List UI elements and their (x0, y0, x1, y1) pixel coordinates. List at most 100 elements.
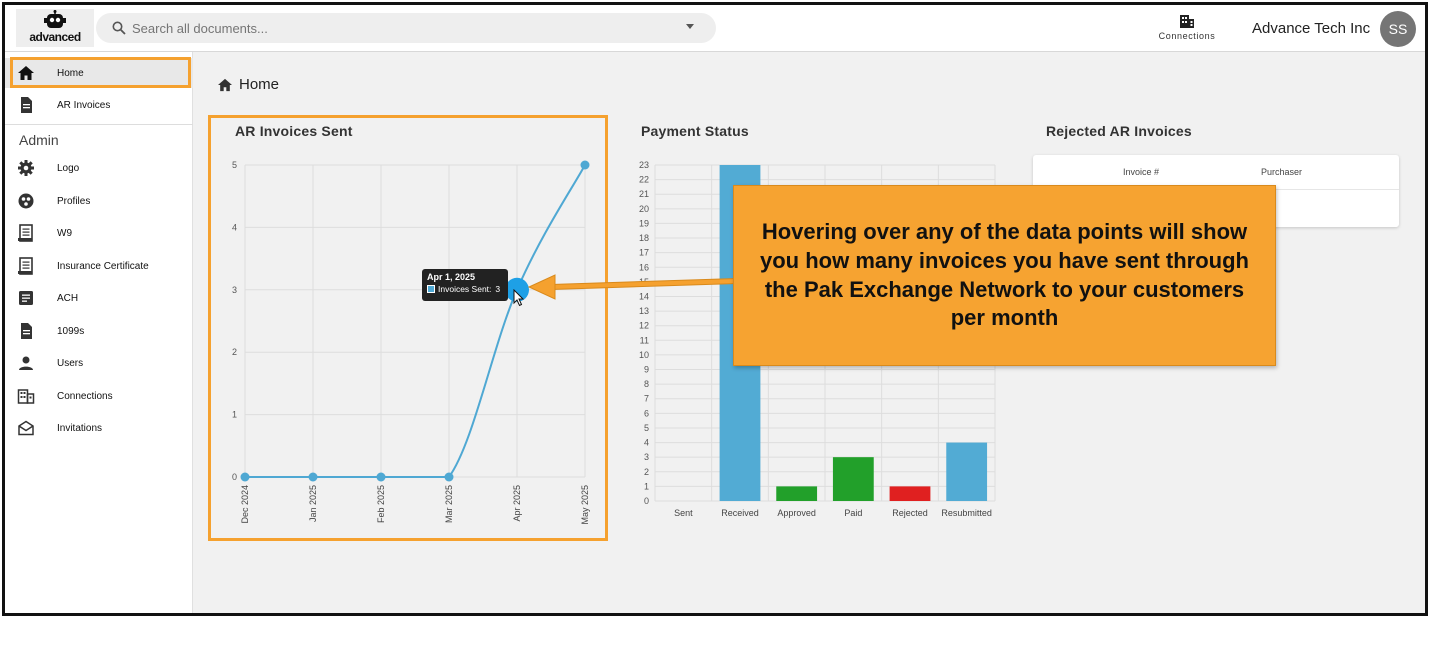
data-point (444, 472, 454, 482)
data-point (240, 472, 250, 482)
bar (776, 486, 818, 501)
building-icon (17, 389, 35, 404)
app-frame: advanced Connections Advance Tech Inc SS (2, 2, 1428, 616)
tooltip-value: 3 (495, 284, 501, 294)
x-tick-label: May 2025 (580, 485, 590, 525)
column-header-purchaser[interactable]: Purchaser (1261, 167, 1302, 177)
y-tick-label: 7 (644, 394, 649, 404)
form-icon (18, 257, 33, 275)
tooltip-date: Apr 1, 2025 (427, 272, 476, 282)
y-tick-label: 20 (639, 204, 649, 214)
sidebar-item-invitations[interactable]: Invitations (5, 413, 193, 443)
bar (946, 442, 988, 501)
y-tick-label: 23 (639, 160, 649, 170)
sidebar-item-logo[interactable]: Logo (5, 153, 193, 183)
x-tick-label: Dec 2024 (240, 485, 250, 524)
sidebar-item-label: Users (57, 357, 84, 369)
y-tick-label: 3 (644, 452, 649, 462)
sidebar-item-connections[interactable]: Connections (5, 381, 193, 411)
sidebar-item-home[interactable]: Home (5, 58, 193, 88)
document-icon (21, 323, 32, 339)
y-tick-label: 18 (639, 233, 649, 243)
breadcrumb: Home (217, 76, 279, 93)
y-tick-label: 9 (644, 365, 649, 375)
sidebar-item-label: ACH (57, 292, 79, 304)
y-tick-label: 21 (639, 189, 649, 199)
x-tick-label: Paid (844, 508, 862, 518)
x-tick-label: Received (721, 508, 759, 518)
connections-button[interactable]: Connections (1155, 13, 1219, 47)
x-tick-label: Approved (777, 508, 816, 518)
sidebar-item-label: Invitations (57, 422, 103, 434)
sidebar-item-1099s[interactable]: 1099s (5, 316, 193, 346)
y-tick-label: 17 (639, 248, 649, 258)
sidebar-item-profiles[interactable]: Profiles (5, 186, 193, 216)
y-tick-label: 5 (232, 160, 237, 170)
search-bar[interactable] (96, 13, 716, 43)
sidebar-item-label: Insurance Certificate (57, 260, 149, 272)
y-tick-label: 2 (644, 467, 649, 477)
chart-tooltip: Apr 1, 2025 Invoices Sent: 3 (422, 269, 508, 301)
connections-label: Connections (1158, 31, 1216, 41)
bar (832, 457, 874, 501)
search-icon (112, 21, 126, 35)
y-tick-label: 22 (639, 175, 649, 185)
logo[interactable]: advanced (16, 9, 94, 47)
company-name: Advance Tech Inc (1252, 20, 1371, 37)
mouse-cursor-icon (513, 289, 525, 307)
form-icon (18, 224, 33, 242)
sidebar-item-insurance-certificate[interactable]: Insurance Certificate (5, 251, 193, 281)
home-icon (218, 78, 232, 91)
avatar[interactable]: SS (1380, 11, 1416, 47)
chevron-down-icon[interactable] (686, 24, 694, 29)
ar-sent-title: AR Invoices Sent (235, 123, 353, 139)
x-tick-label: Rejected (892, 508, 928, 518)
search-input[interactable] (132, 20, 672, 36)
document-icon (21, 97, 32, 113)
x-tick-label: Resubmitted (941, 508, 992, 518)
home-icon (18, 66, 34, 80)
column-header-invoice[interactable]: Invoice # (1123, 167, 1159, 177)
sidebar-item-label: AR Invoices (57, 99, 111, 111)
payment-status-title: Payment Status (641, 123, 749, 139)
y-tick-label: 1 (644, 481, 649, 491)
y-tick-label: 3 (232, 285, 237, 295)
list-doc-icon (19, 291, 33, 305)
y-tick-label: 19 (639, 218, 649, 228)
envelope-icon (18, 420, 34, 436)
y-tick-label: 4 (232, 222, 237, 232)
y-tick-label: 6 (644, 408, 649, 418)
callout-text: Hovering over any of the data points wil… (760, 218, 1249, 331)
data-point (376, 472, 386, 482)
y-tick-label: 13 (639, 306, 649, 316)
sidebar-item-ar-invoices[interactable]: AR Invoices (5, 90, 193, 120)
callout-arrow (527, 274, 738, 300)
sidebar-divider (5, 124, 193, 125)
sidebar-item-label: W9 (57, 227, 72, 239)
page-title: Home (239, 76, 280, 93)
y-tick-label: 4 (644, 438, 649, 448)
sidebar-item-label: Connections (57, 390, 113, 402)
sidebar-item-ach[interactable]: ACH (5, 283, 193, 313)
tooltip-series-row: Invoices Sent: 3 (427, 284, 503, 294)
y-tick-label: 11 (640, 335, 649, 345)
robot-icon (44, 10, 66, 28)
bar (889, 486, 931, 501)
sidebar-item-label: Logo (57, 162, 80, 174)
profiles-icon (18, 193, 34, 209)
x-tick-label: Sent (674, 508, 693, 518)
sidebar-item-users[interactable]: Users (5, 348, 193, 378)
tooltip-swatch (427, 285, 435, 293)
tooltip-series: Invoices Sent: (438, 284, 492, 294)
data-point (580, 160, 590, 170)
logo-text: advanced (29, 30, 81, 44)
y-tick-label: 10 (639, 350, 649, 360)
sidebar: Home AR Invoices Admin Logo Profiles W9 … (5, 52, 193, 613)
x-tick-label: Apr 2025 (512, 485, 522, 522)
x-tick-label: Feb 2025 (376, 485, 386, 523)
gear-icon (18, 160, 34, 176)
sidebar-item-w9[interactable]: W9 (5, 218, 193, 248)
rejected-title: Rejected AR Invoices (1046, 123, 1192, 139)
sidebar-item-label: Profiles (57, 195, 91, 207)
sidebar-item-label: 1099s (57, 325, 85, 337)
